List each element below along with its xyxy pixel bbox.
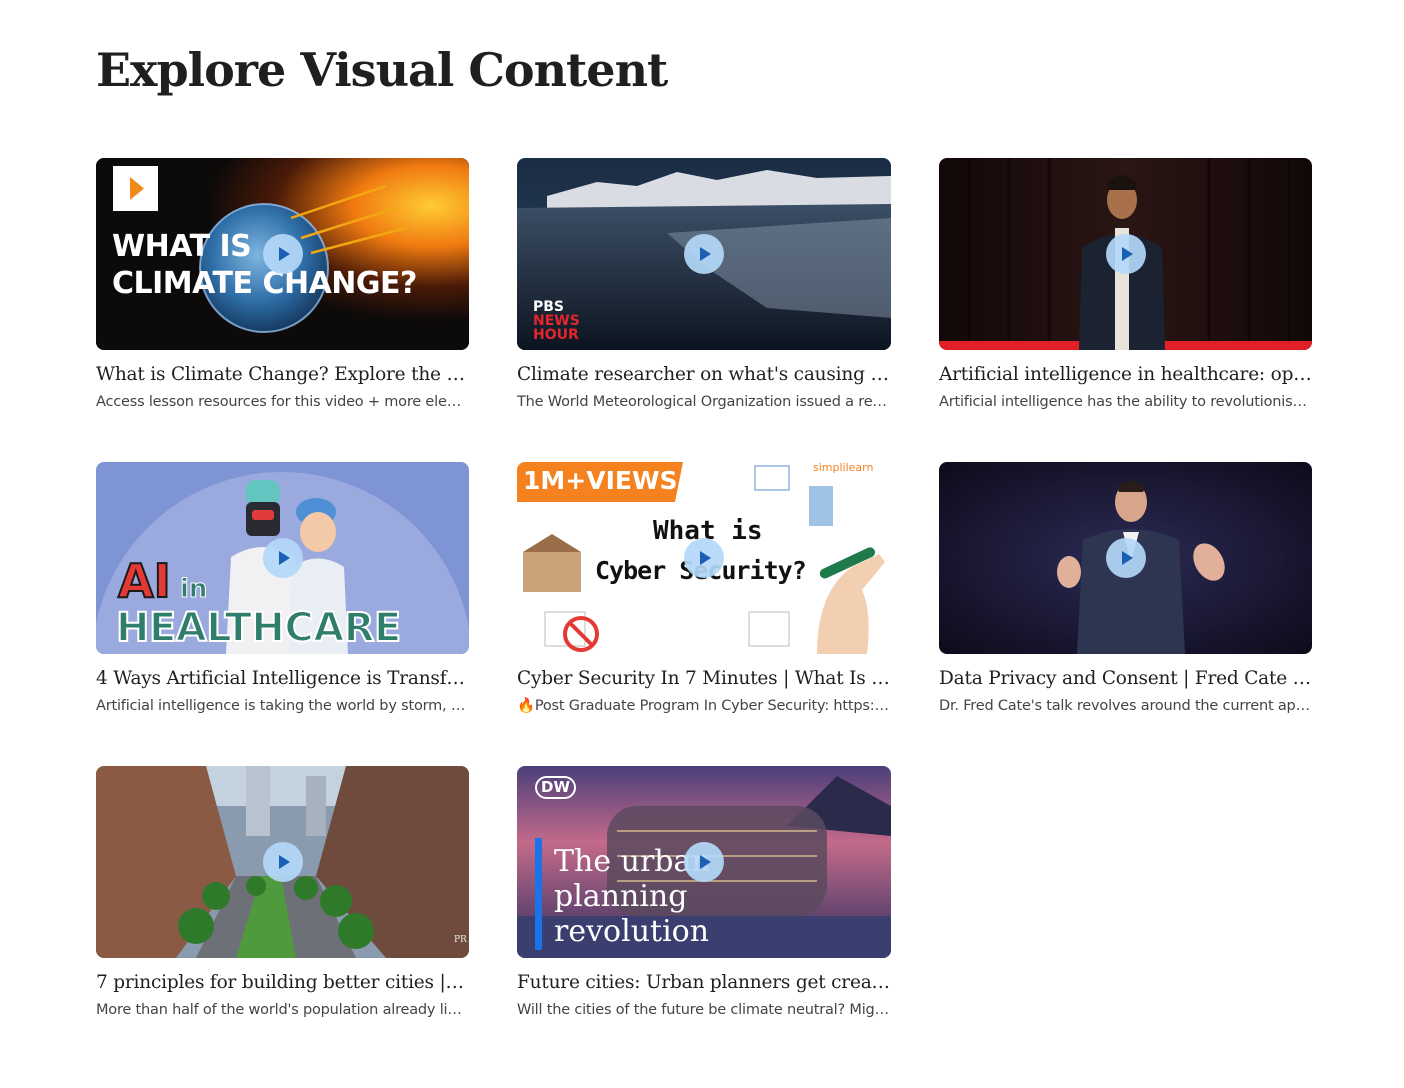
- video-card[interactable]: PR 7 principles for building better citi…: [96, 766, 469, 1070]
- play-button[interactable]: [1105, 538, 1146, 578]
- video-card[interactable]: 1M+VIEWS simplilearn What is Cyber Secur…: [517, 462, 891, 766]
- video-thumbnail[interactable]: PR: [96, 766, 469, 958]
- video-description: Artificial intelligence is taking the wo…: [96, 698, 469, 714]
- video-description: Dr. Fred Cate's talk revolves around the…: [939, 698, 1312, 714]
- video-card[interactable]: DW The urban planning revolution Future …: [517, 766, 891, 1070]
- video-thumbnail[interactable]: WHAT IS CLIMATE CHANGE?: [96, 158, 469, 350]
- play-icon: [278, 551, 290, 565]
- video-title[interactable]: Data Privacy and Consent | Fred Cate | T…: [939, 667, 1312, 691]
- play-icon: [278, 247, 290, 261]
- video-description: Access lesson resources for this video +…: [96, 394, 469, 410]
- video-thumbnail[interactable]: [939, 462, 1312, 654]
- video-description: Will the cities of the future be climate…: [517, 1002, 891, 1018]
- video-thumbnail[interactable]: AI in HEALTHCARE: [96, 462, 469, 654]
- video-card[interactable]: AI in HEALTHCARE 4 Ways Artificial Intel…: [96, 462, 469, 766]
- pbs-newshour-logo: PBS NEWS HOUR: [533, 299, 580, 343]
- thumbnail-views-badge: 1M+VIEWS: [523, 466, 678, 495]
- play-button[interactable]: [1105, 234, 1146, 274]
- video-title[interactable]: 4 Ways Artificial Intelligence is Transf…: [96, 667, 469, 691]
- video-title[interactable]: What is Climate Change? Explore the Caus…: [96, 363, 469, 387]
- video-thumbnail[interactable]: PBS NEWS HOUR: [517, 158, 891, 350]
- video-description: The World Meteorological Organization is…: [517, 394, 891, 410]
- video-card[interactable]: Data Privacy and Consent | Fred Cate | T…: [939, 462, 1312, 766]
- video-thumbnail[interactable]: 1M+VIEWS simplilearn What is Cyber Secur…: [517, 462, 891, 654]
- video-description: More than half of the world's population…: [96, 1002, 469, 1018]
- simplilearn-logo: simplilearn: [813, 462, 874, 474]
- play-button[interactable]: [262, 538, 303, 578]
- video-title[interactable]: Artificial intelligence in healthcare: o…: [939, 363, 1312, 387]
- video-card[interactable]: Artificial intelligence in healthcare: o…: [939, 158, 1312, 462]
- dw-logo: DW: [535, 776, 576, 799]
- video-title[interactable]: Future cities: Urban planners get creati…: [517, 971, 891, 995]
- page-title: Explore Visual Content: [96, 43, 668, 97]
- play-icon: [700, 247, 711, 261]
- thumbnail-headline-healthcare: HEALTHCARE: [115, 605, 402, 651]
- video-thumbnail[interactable]: [939, 158, 1312, 350]
- video-description: Artificial intelligence has the ability …: [939, 394, 1312, 410]
- video-title[interactable]: Cyber Security In 7 Minutes | What Is Cy…: [517, 667, 891, 691]
- play-button[interactable]: [262, 842, 303, 882]
- play-button[interactable]: [684, 842, 724, 882]
- thumbnail-watermark: PR: [454, 935, 467, 945]
- play-icon: [700, 551, 711, 565]
- video-title[interactable]: Climate researcher on what's causing the…: [517, 363, 891, 387]
- play-button[interactable]: [262, 234, 303, 274]
- play-icon: [700, 855, 711, 869]
- video-description: 🔥Post Graduate Program In Cyber Security…: [517, 698, 891, 714]
- thumbnail-headline-ai: AI: [117, 554, 172, 608]
- play-button[interactable]: [684, 234, 724, 274]
- thumbnail-headline: WHAT IS CLIMATE CHANGE?: [112, 229, 417, 301]
- video-card[interactable]: PBS NEWS HOUR Climate researcher on what…: [517, 158, 891, 462]
- video-title[interactable]: 7 principles for building better cities …: [96, 971, 469, 995]
- play-button[interactable]: [684, 538, 724, 578]
- thumbnail-headline-in: in: [179, 574, 208, 604]
- play-icon: [278, 855, 290, 869]
- video-card[interactable]: WHAT IS CLIMATE CHANGE? What is Climate …: [96, 158, 469, 462]
- video-grid: WHAT IS CLIMATE CHANGE? What is Climate …: [96, 158, 1312, 1070]
- play-icon: [1121, 247, 1133, 261]
- video-thumbnail[interactable]: DW The urban planning revolution: [517, 766, 891, 958]
- play-icon: [1121, 551, 1133, 565]
